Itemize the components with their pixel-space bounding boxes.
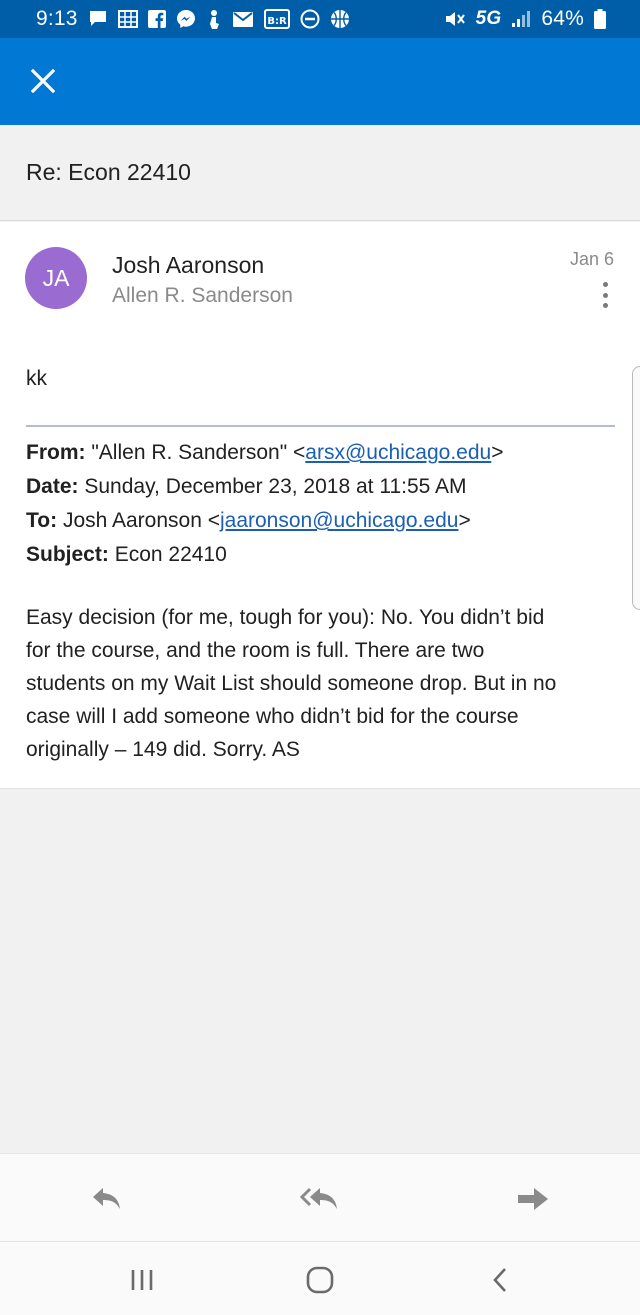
status-bar-right: 5G 64% — [444, 7, 606, 31]
subject-label: Subject: — [26, 543, 109, 566]
body-line: case will I add someone who didn’t bid f… — [26, 705, 519, 728]
message-date: Jan 6 — [569, 249, 614, 269]
more-options-button[interactable] — [594, 282, 616, 308]
home-icon — [306, 1266, 334, 1294]
br-app-label: B:R — [267, 16, 287, 27]
quoted-date-line: Date: Sunday, December 23, 2018 at 11:55… — [26, 470, 504, 504]
quoted-to-line: To: Josh Aaronson <jaaronson@uchicago.ed… — [26, 504, 504, 538]
network-type: 5G — [475, 8, 502, 29]
quoted-from-line: From: "Allen R. Sanderson" <arsx@uchicag… — [26, 436, 504, 470]
reply-text: kk — [26, 367, 47, 390]
date-value: Sunday, December 23, 2018 at 11:55 AM — [84, 475, 467, 498]
close-button[interactable] — [20, 58, 66, 104]
back-icon — [493, 1268, 506, 1292]
status-bar: 9:13 B:R 5G 64% — [0, 0, 640, 38]
forward-button[interactable] — [503, 1178, 563, 1220]
message-body: Easy decision (for me, tough for you): N… — [26, 601, 616, 766]
basketball-icon — [330, 9, 350, 29]
from-name: "Allen R. Sanderson" < — [91, 441, 306, 464]
messenger-icon — [176, 9, 196, 29]
recents-button[interactable] — [114, 1260, 170, 1300]
body-line: for the course, and the room is full. Th… — [26, 639, 485, 662]
more-dot — [602, 303, 608, 308]
status-time: 9:13 — [36, 7, 78, 30]
reply-all-icon — [300, 1187, 337, 1209]
calendar-grid-icon — [117, 10, 138, 28]
quoted-header: From: "Allen R. Sanderson" <arsx@uchicag… — [26, 436, 504, 572]
to-label: To: — [26, 509, 58, 532]
body-line: originally – 149 did. Sorry. AS — [26, 738, 300, 761]
avatar[interactable]: JA — [25, 247, 87, 309]
scroll-handle[interactable] — [632, 366, 640, 610]
battery-icon — [594, 9, 606, 29]
signal-icon — [511, 10, 531, 28]
to-name: Josh Aaronson < — [62, 509, 220, 532]
back-button[interactable] — [472, 1260, 528, 1300]
facebook-icon — [147, 10, 166, 28]
from-label: From: — [26, 441, 86, 464]
quoted-subject-line: Subject: Econ 22410 — [26, 538, 504, 572]
br-app-icon: B:R — [263, 9, 290, 29]
quote-divider — [26, 425, 615, 427]
more-dot — [602, 282, 608, 287]
subject-value: Econ 22410 — [114, 543, 227, 566]
chat-icon — [88, 10, 108, 28]
status-bar-left: 9:13 B:R — [36, 7, 350, 31]
from-suffix: > — [491, 441, 504, 464]
date-label: Date: — [26, 475, 79, 498]
message-card[interactable]: JA Josh Aaronson Allen R. Sanderson Jan … — [0, 222, 640, 789]
reply-button[interactable] — [77, 1178, 137, 1220]
to-email-link[interactable]: jaaronson@uchicago.edu — [220, 509, 459, 532]
thread-subject: Re: Econ 22410 — [26, 159, 191, 185]
more-dot — [602, 292, 608, 298]
sender-name[interactable]: Josh Aaronson — [112, 252, 264, 279]
app-bar — [0, 38, 640, 125]
body-line: students on my Wait List should someone … — [26, 672, 557, 695]
battery-percent: 64% — [541, 7, 584, 30]
mute-icon — [444, 9, 466, 29]
system-nav-bar — [0, 1241, 640, 1315]
home-button[interactable] — [292, 1260, 348, 1300]
to-suffix: > — [458, 509, 471, 532]
avatar-initials: JA — [42, 264, 70, 291]
thread-header: Re: Econ 22410 — [0, 125, 640, 221]
close-icon — [31, 69, 55, 93]
recipient-name[interactable]: Allen R. Sanderson — [112, 284, 293, 308]
from-email-link[interactable]: arsx@uchicago.edu — [305, 441, 491, 464]
reply-all-button[interactable] — [290, 1178, 350, 1220]
forward-icon — [518, 1188, 548, 1210]
minus-circle-icon — [300, 9, 320, 29]
mail-icon — [232, 11, 254, 28]
recents-icon — [131, 1270, 153, 1290]
message-action-bar — [0, 1153, 640, 1241]
body-line: Easy decision (for me, tough for you): N… — [26, 606, 545, 629]
touch-icon — [206, 9, 222, 29]
reply-icon — [93, 1188, 120, 1209]
